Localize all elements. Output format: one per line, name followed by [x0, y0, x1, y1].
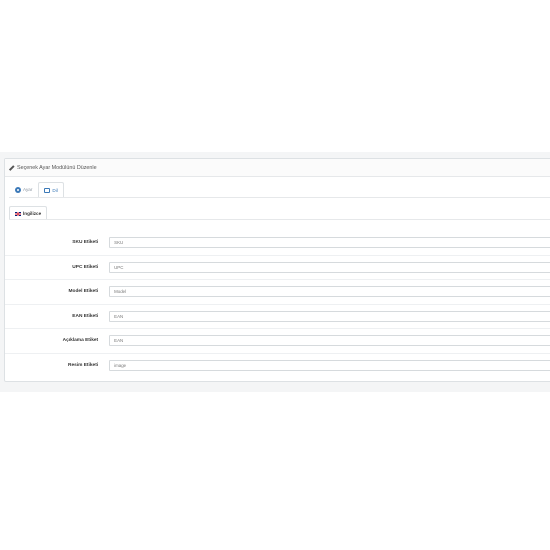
form-row-upc: UPC Etiketi — [5, 256, 550, 280]
image-label: Resim Etiketi — [68, 363, 99, 369]
panel-title: Seçenek Ayar Modülünü Düzenle — [17, 164, 97, 171]
pencil-icon — [10, 166, 14, 170]
form-row-image: Resim Etiketi — [5, 354, 550, 379]
upc-input[interactable] — [109, 261, 550, 273]
tab-language[interactable]: Dil — [38, 182, 64, 198]
subtabs-divider — [9, 219, 550, 220]
tab-settings[interactable]: Ayar — [9, 181, 38, 197]
form-row-ean: EAN Etiketi — [5, 305, 550, 329]
tab-settings-label: Ayar — [23, 187, 33, 192]
tab-language-label: Dil — [52, 188, 58, 193]
tab-english-label: İngilizce — [23, 211, 42, 216]
panel-heading: Seçenek Ayar Modülünü Düzenle — [5, 159, 550, 177]
description-input[interactable] — [109, 335, 550, 347]
ean-input[interactable] — [109, 310, 550, 322]
description-label: Açıklama Etiket — [62, 338, 99, 344]
model-label: Model Etiketi — [68, 289, 99, 295]
gear-icon — [15, 186, 21, 193]
label-form: SKU Etiketi UPC Etiketi Model Etiketi EA… — [5, 231, 550, 378]
edit-panel: Seçenek Ayar Modülünü Düzenle Ayar Dil İ… — [4, 158, 550, 382]
flag-icon — [44, 188, 51, 193]
form-row-sku: SKU Etiketi — [5, 231, 550, 256]
model-input[interactable] — [109, 286, 550, 298]
tabs-divider — [9, 197, 550, 198]
page: Seçenek Ayar Modülünü Düzenle Ayar Dil İ… — [0, 0, 550, 550]
image-input[interactable] — [109, 360, 550, 372]
main-tabs: Ayar Dil — [9, 181, 64, 198]
form-row-description: Açıklama Etiket — [5, 329, 550, 354]
sku-input[interactable] — [109, 237, 550, 249]
sku-label: SKU Etiketi — [72, 240, 99, 246]
upc-label: UPC Etiketi — [72, 264, 99, 270]
language-tabs: İngilizce — [9, 205, 48, 220]
tab-english[interactable]: İngilizce — [9, 206, 48, 220]
uk-flag-icon — [15, 211, 21, 216]
ean-label: EAN Etiketi — [72, 313, 99, 319]
form-row-model: Model Etiketi — [5, 280, 550, 305]
